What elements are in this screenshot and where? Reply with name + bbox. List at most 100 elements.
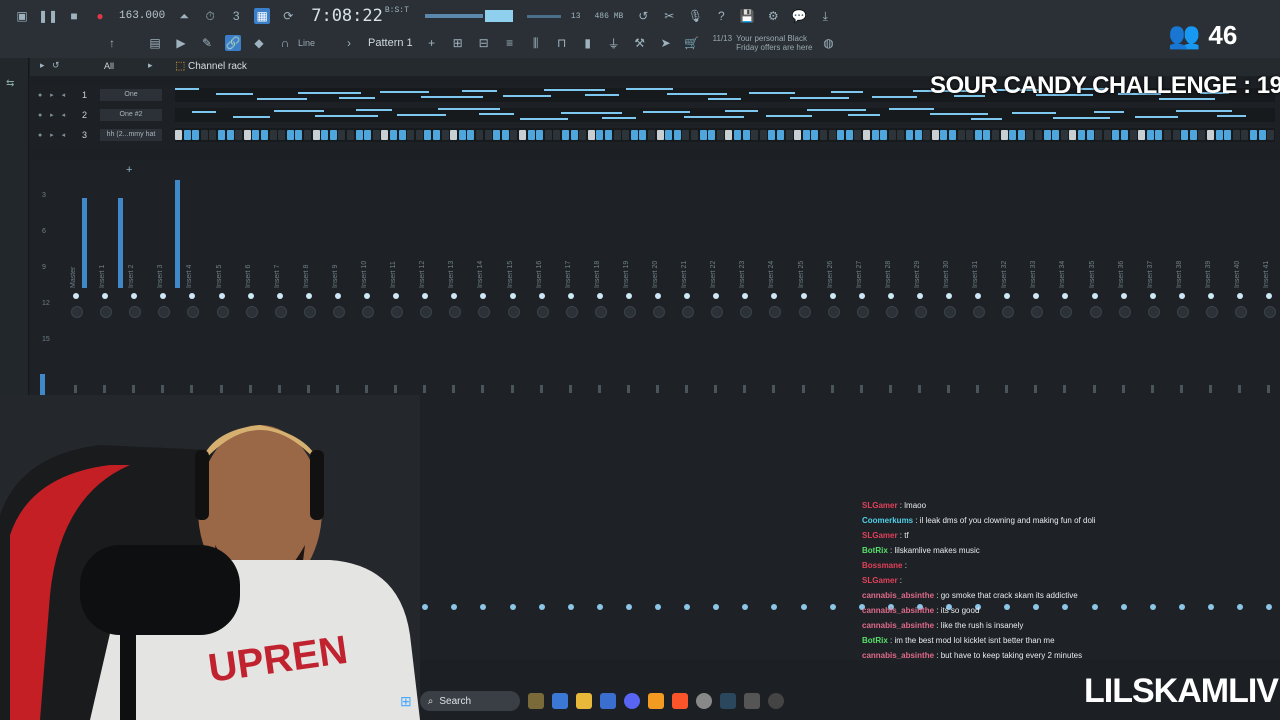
mixer-pan-knob[interactable] xyxy=(131,293,138,299)
mixer-pan-knob[interactable] xyxy=(887,293,894,299)
step-button[interactable] xyxy=(811,130,819,140)
mixer-fader[interactable] xyxy=(1005,385,1009,393)
step-button[interactable] xyxy=(665,130,673,140)
step-button[interactable] xyxy=(390,130,397,140)
file-explorer-icon[interactable] xyxy=(575,693,592,709)
step-button[interactable] xyxy=(372,130,380,140)
rack-menu-icon[interactable]: ▸ xyxy=(40,60,45,71)
mixer-pan-knob[interactable] xyxy=(1033,293,1040,299)
mixer-send-knob[interactable] xyxy=(480,604,487,610)
mixer-volume-knob[interactable] xyxy=(1205,306,1218,318)
step-button[interactable] xyxy=(484,130,492,140)
mixer-fader[interactable] xyxy=(626,385,630,393)
step-button[interactable] xyxy=(218,130,225,140)
mixer-fader[interactable] xyxy=(394,385,398,393)
mixer-fader[interactable] xyxy=(539,385,543,393)
step-button[interactable] xyxy=(1181,130,1189,140)
blend-notes-icon[interactable]: ▦ xyxy=(254,8,271,24)
mixer-fader[interactable] xyxy=(481,385,485,393)
mixer-volume-knob[interactable] xyxy=(129,306,142,318)
piano-roll-icon[interactable]: ≡ xyxy=(502,35,518,51)
mixer-fader[interactable] xyxy=(219,385,223,393)
mixer-fader[interactable] xyxy=(423,385,427,393)
mixer-send-knob[interactable] xyxy=(1207,604,1214,610)
mixer-pan-knob[interactable] xyxy=(393,293,400,299)
mixer-volume-knob[interactable] xyxy=(507,306,520,318)
step-button[interactable] xyxy=(226,130,234,140)
mixer-volume-knob[interactable] xyxy=(973,306,986,318)
step-button[interactable] xyxy=(828,130,836,140)
step-button[interactable] xyxy=(639,130,647,140)
mixer-pan-knob[interactable] xyxy=(771,293,778,299)
chat-icon[interactable]: 💬 xyxy=(791,8,807,24)
step-button[interactable] xyxy=(648,130,655,140)
step-button[interactable] xyxy=(845,130,853,140)
step-button[interactable] xyxy=(441,130,449,140)
mixer-send-knob[interactable] xyxy=(655,604,661,610)
mixer-volume-knob[interactable] xyxy=(1235,306,1247,318)
mixer-pan-knob[interactable] xyxy=(800,293,807,299)
step-button[interactable] xyxy=(880,130,888,140)
step-button[interactable] xyxy=(252,130,260,140)
mixer-volume-knob[interactable] xyxy=(798,306,811,318)
mixer-pan-knob[interactable] xyxy=(1207,293,1214,299)
send-icon[interactable]: ➤ xyxy=(658,35,674,51)
rack-swing-icon[interactable]: ↺ xyxy=(52,60,60,71)
step-button[interactable] xyxy=(398,130,406,140)
mixer-volume-knob[interactable] xyxy=(594,306,607,318)
mixer-pan-knob[interactable] xyxy=(218,293,225,299)
mixer-pan-knob[interactable] xyxy=(305,293,312,299)
step-button[interactable] xyxy=(1241,130,1249,140)
step-button[interactable] xyxy=(1052,130,1060,140)
mixer-fader[interactable] xyxy=(714,385,718,393)
step-button[interactable] xyxy=(1198,130,1206,140)
step-button[interactable] xyxy=(673,130,681,140)
step-button[interactable] xyxy=(424,130,432,140)
mixer-fader[interactable] xyxy=(1150,385,1154,393)
channel-controls[interactable]: ● ▸ ◂ xyxy=(38,131,68,139)
channel-row[interactable]: ● ▸ ◂ 2 One #2 xyxy=(30,106,1280,124)
mixer-pan-knob[interactable] xyxy=(1266,293,1273,299)
mixer-volume-knob[interactable] xyxy=(332,306,345,318)
step-button[interactable] xyxy=(295,130,303,140)
step-button[interactable] xyxy=(243,130,251,140)
mixer-fader[interactable] xyxy=(976,385,980,393)
tools-icon[interactable]: ⚒ xyxy=(632,35,648,51)
mixer-volume-knob[interactable] xyxy=(885,306,898,318)
step-button[interactable] xyxy=(966,130,974,140)
4k-icon[interactable] xyxy=(767,693,784,709)
step-button[interactable] xyxy=(802,130,810,140)
mixer-send-knob[interactable] xyxy=(451,604,458,610)
step-button[interactable] xyxy=(415,130,423,140)
step-button[interactable] xyxy=(974,130,982,140)
step-button[interactable] xyxy=(570,130,578,140)
plug-icon[interactable]: ⏚ xyxy=(606,35,622,51)
tempo-display[interactable]: 163.000 xyxy=(119,10,165,22)
step-button[interactable] xyxy=(467,130,475,140)
step-button[interactable] xyxy=(338,130,346,140)
mixer-pan-knob[interactable] xyxy=(567,293,574,299)
mixer-fader[interactable] xyxy=(1092,385,1096,393)
mixer-volume-knob[interactable] xyxy=(420,306,433,318)
mixer-pan-knob[interactable] xyxy=(364,293,370,299)
mixer-pan-knob[interactable] xyxy=(829,293,836,299)
step-button[interactable] xyxy=(1164,130,1171,140)
app-icon[interactable] xyxy=(743,693,760,709)
mixer-volume-knob[interactable] xyxy=(682,306,695,318)
step-button[interactable] xyxy=(1112,130,1120,140)
step-button[interactable] xyxy=(1035,130,1042,140)
mixer-volume-knob[interactable] xyxy=(856,306,869,318)
step-button[interactable] xyxy=(364,130,372,140)
step-button[interactable] xyxy=(1086,130,1094,140)
mixer-send-knob[interactable] xyxy=(567,604,574,610)
help-icon[interactable]: ? xyxy=(713,8,729,24)
mixer-pan-knob[interactable] xyxy=(334,293,341,299)
step-button[interactable] xyxy=(381,130,389,140)
mixer-fader[interactable] xyxy=(1063,385,1067,393)
step-button[interactable] xyxy=(1121,130,1128,140)
mixer-volume-knob[interactable] xyxy=(711,306,724,318)
globe-icon[interactable]: ◍ xyxy=(820,35,836,51)
channel-row[interactable]: ● ▸ ◂ 3 hh (2...mmy hat xyxy=(30,126,1280,144)
step-button[interactable] xyxy=(1078,130,1085,140)
mixer-pan-knob[interactable] xyxy=(102,293,109,299)
